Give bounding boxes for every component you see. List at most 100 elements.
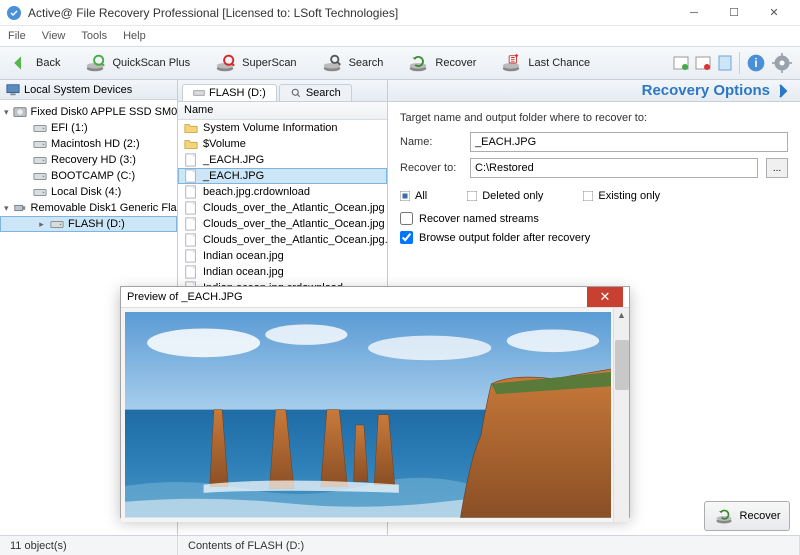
recovery-options-title: Recovery Options [642, 82, 770, 99]
preview-title-text: Preview of _EACH.JPG [127, 291, 587, 303]
file-row[interactable]: Clouds_over_the_Atlantic_Ocean.jpg [178, 216, 387, 232]
tree-item[interactable]: Local Disk (4:) [0, 184, 177, 200]
preview-titlebar[interactable]: Preview of _EACH.JPG ✕ [121, 287, 629, 308]
status-contents: Contents of FLASH (D:) [178, 536, 800, 555]
recover-icon [407, 52, 429, 74]
status-object-count: 11 object(s) [0, 536, 178, 555]
name-input[interactable] [470, 132, 788, 152]
tree-item[interactable]: ▾ Removable Disk1 Generic Flas... [0, 200, 177, 216]
menu-file[interactable]: File [8, 30, 26, 42]
tree-item-label: FLASH (D:) [68, 218, 125, 230]
search-tab-icon [290, 87, 302, 99]
check-named-streams-box[interactable] [400, 212, 413, 225]
expand-icon[interactable]: ▾ [4, 108, 9, 117]
preview-body: ▲ [121, 308, 629, 522]
file-row[interactable]: System Volume Information [178, 120, 387, 136]
back-button[interactable]: Back [8, 52, 60, 74]
minimize-button[interactable]: ─ [674, 1, 714, 25]
preview-close-button[interactable]: ✕ [587, 287, 623, 307]
search-button[interactable]: Search [321, 52, 384, 74]
lastchance-icon [500, 52, 522, 74]
tree-item-label: Local Disk (4:) [51, 186, 121, 198]
device-tree: ▾Fixed Disk0 APPLE SSD SM05... EFI (1:) Ma… [0, 100, 177, 236]
recovery-options-header: Recovery Options [388, 80, 800, 102]
file-row[interactable]: beach.jpg.crdownload [178, 184, 387, 200]
document-icon[interactable] [717, 55, 733, 71]
file-row[interactable]: _EACH.JPG [178, 152, 387, 168]
back-icon [8, 52, 30, 74]
status-ok-icon[interactable] [673, 55, 689, 71]
gear-icon[interactable] [772, 53, 792, 73]
file-row[interactable]: Clouds_over_the_Atlantic_Ocean.jpg [178, 200, 387, 216]
tree-item[interactable]: Macintosh HD (2:) [0, 136, 177, 152]
file-name: Clouds_over_the_Atlantic_Ocean.jpg [203, 202, 385, 214]
file-name: Indian ocean.jpg [203, 266, 284, 278]
superscan-icon [214, 52, 236, 74]
menu-tools[interactable]: Tools [81, 30, 107, 42]
recover-button[interactable]: Recover [407, 52, 476, 74]
window-title: Active@ File Recovery Professional [Lice… [28, 6, 674, 20]
option-checks: Recover named streams Browse output fold… [400, 212, 788, 244]
file-name: Clouds_over_the_Atlantic_Ocean.jpg.crdo [203, 234, 387, 246]
menu-help[interactable]: Help [123, 30, 146, 42]
window-titlebar: Active@ File Recovery Professional [Lice… [0, 0, 800, 26]
file-row[interactable]: Indian ocean.jpg [178, 248, 387, 264]
arrow-right-icon[interactable] [776, 83, 792, 99]
radio-unchecked-icon [467, 191, 477, 201]
close-button[interactable]: ✕ [754, 1, 794, 25]
maximize-button[interactable]: ☐ [714, 1, 754, 25]
file-name: Indian ocean.jpg [203, 250, 284, 262]
svg-text:i: i [754, 57, 757, 70]
recovery-options-body: Target name and output folder where to r… [388, 102, 800, 260]
tree-item[interactable]: Recovery HD (3:) [0, 152, 177, 168]
scroll-thumb[interactable] [615, 340, 629, 390]
radio-all[interactable]: All [400, 190, 427, 202]
quickscan-icon [84, 52, 106, 74]
preview-image [125, 312, 611, 518]
expand-icon[interactable]: ▸ [37, 220, 46, 229]
superscan-button[interactable]: SuperScan [214, 52, 296, 74]
preview-window[interactable]: Preview of _EACH.JPG ✕ [120, 286, 630, 518]
file-tabs: FLASH (D:) Search [178, 80, 387, 102]
info-icon[interactable]: i [746, 53, 766, 73]
check-browse-output-box[interactable] [400, 231, 413, 244]
tree-item-label: Removable Disk1 Generic Flas... [31, 202, 177, 214]
tree-item-label: EFI (1:) [51, 122, 88, 134]
name-label: Name: [400, 136, 462, 148]
preview-scrollbar[interactable]: ▲ [613, 308, 629, 522]
file-name: $Volume [203, 138, 246, 150]
device-tree-header: Local System Devices [0, 80, 177, 100]
file-name: _EACH.JPG [203, 154, 264, 166]
radio-checked-icon [400, 191, 410, 201]
check-named-streams[interactable]: Recover named streams [400, 212, 788, 225]
tree-item[interactable]: ▾Fixed Disk0 APPLE SSD SM05... [0, 104, 177, 120]
tree-item[interactable]: BOOTCAMP (C:) [0, 168, 177, 184]
tree-item-label: Macintosh HD (2:) [51, 138, 140, 150]
tree-item[interactable]: ▸ FLASH (D:) [0, 216, 177, 232]
quickscan-button[interactable]: QuickScan Plus [84, 52, 190, 74]
expand-icon[interactable]: ▾ [4, 204, 9, 213]
status-del-icon[interactable] [695, 55, 711, 71]
file-row[interactable]: $Volume [178, 136, 387, 152]
radio-existing[interactable]: Existing only [583, 190, 660, 202]
recoverto-label: Recover to: [400, 162, 462, 174]
file-row[interactable]: _EACH.JPG [178, 168, 387, 184]
radio-deleted[interactable]: Deleted only [467, 190, 543, 202]
app-icon [6, 5, 22, 21]
lastchance-button[interactable]: Last Chance [500, 52, 590, 74]
scroll-up-icon[interactable]: ▲ [614, 308, 629, 322]
drive-icon [193, 87, 205, 99]
browse-button[interactable]: ... [766, 158, 788, 178]
tree-item[interactable]: EFI (1:) [0, 120, 177, 136]
tab-search[interactable]: Search [279, 84, 352, 101]
file-row[interactable]: Indian ocean.jpg [178, 264, 387, 280]
recover-action-button[interactable]: Recover [704, 501, 790, 531]
file-row[interactable]: Clouds_over_the_Atlantic_Ocean.jpg.crdo [178, 232, 387, 248]
column-header-name[interactable]: Name [178, 102, 387, 120]
recover-button-area: Recover [704, 501, 790, 531]
tab-location[interactable]: FLASH (D:) [182, 84, 277, 101]
file-name: _EACH.JPG [203, 170, 264, 182]
check-browse-output[interactable]: Browse output folder after recovery [400, 231, 788, 244]
menu-view[interactable]: View [42, 30, 66, 42]
recoverto-input[interactable] [470, 158, 758, 178]
